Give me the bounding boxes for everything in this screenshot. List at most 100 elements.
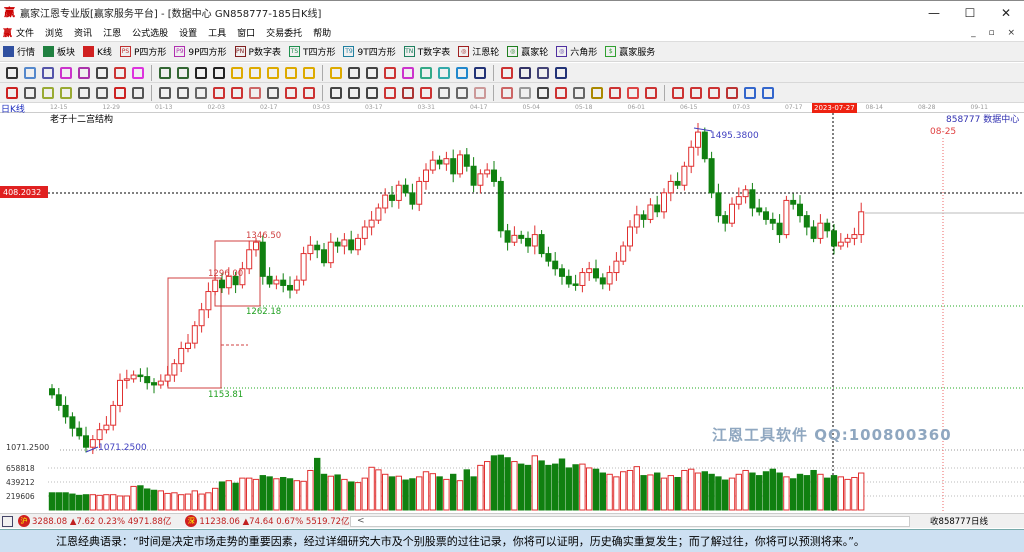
- tb2-tool-13-icon[interactable]: [249, 66, 261, 79]
- mdi-controls[interactable]: _ ▫ ×: [971, 27, 1020, 39]
- tb3-tool-3-icon[interactable]: [60, 86, 72, 99]
- tb2-tool-24-icon[interactable]: [456, 66, 468, 79]
- calculator-icon[interactable]: [2, 515, 13, 527]
- tb3-tool-39-icon[interactable]: [744, 86, 756, 99]
- tb3-tool-19-icon[interactable]: [366, 86, 378, 99]
- tb2-tool-19-icon[interactable]: [366, 66, 378, 79]
- toolbar-hexagon[interactable]: ◎ 六角形: [556, 45, 597, 58]
- tb3-tool-10-icon[interactable]: [195, 86, 207, 99]
- tb2-tool-25-icon[interactable]: [474, 66, 486, 79]
- tb2-tool-5-icon[interactable]: [96, 66, 108, 79]
- tb3-tool-27-icon[interactable]: [519, 86, 531, 99]
- menu-tools[interactable]: 工具: [208, 26, 226, 39]
- menu-settings[interactable]: 设置: [179, 26, 197, 39]
- tb3-tool-29-icon[interactable]: [555, 86, 567, 99]
- tb2-tool-27-icon[interactable]: [519, 66, 531, 79]
- toolbar-grid[interactable]: 行情: [3, 45, 35, 58]
- tb2-tool-1-icon[interactable]: [24, 66, 36, 79]
- menu-news[interactable]: 资讯: [74, 26, 92, 39]
- tb2-tool-26-icon[interactable]: [501, 66, 513, 79]
- menu-window[interactable]: 窗口: [237, 26, 255, 39]
- menu-trade[interactable]: 交易委托: [266, 26, 302, 39]
- toolbar-9p4[interactable]: P9 9P四方形: [174, 45, 227, 58]
- tb3-tool-2-icon[interactable]: [42, 86, 54, 99]
- tb3-tool-36-icon[interactable]: [690, 86, 702, 99]
- tb3-tool-26-icon[interactable]: [501, 86, 513, 99]
- toolbar-win-wheel[interactable]: ◎ 赢家轮: [507, 45, 548, 58]
- tb2-tool-15-icon[interactable]: [285, 66, 297, 79]
- tb3-tool-38-icon[interactable]: [726, 86, 738, 99]
- menu-formula[interactable]: 公式选股: [132, 26, 168, 39]
- tb2-tool-20-icon[interactable]: [384, 66, 396, 79]
- tb3-tool-20-icon[interactable]: [384, 86, 396, 99]
- tb3-tool-16-icon[interactable]: [303, 86, 315, 99]
- tb3-tool-35-icon[interactable]: [672, 86, 684, 99]
- tb3-tool-40-icon[interactable]: [762, 86, 774, 99]
- tb3-tool-34-icon[interactable]: [645, 86, 657, 99]
- toolbar-dollar[interactable]: $ 赢家服务: [605, 45, 655, 58]
- horizontal-scrollbar[interactable]: <: [350, 516, 910, 527]
- tb2-tool-17-icon[interactable]: [330, 66, 342, 79]
- tb3-tool-28-icon[interactable]: [537, 86, 549, 99]
- tb3-tool-37-icon[interactable]: [708, 86, 720, 99]
- tb3-tool-25-icon[interactable]: [474, 86, 486, 99]
- toolbar-t4[interactable]: TS T四方形: [288, 45, 335, 58]
- tb3-tool-1-icon[interactable]: [24, 86, 36, 99]
- tb3-tool-8-icon[interactable]: [159, 86, 171, 99]
- tb3-tool-15-icon[interactable]: [285, 86, 297, 99]
- tb2-tool-21-icon[interactable]: [402, 66, 414, 79]
- tb3-tool-11-icon[interactable]: [213, 86, 225, 99]
- tb3-tool-9-icon[interactable]: [177, 86, 189, 99]
- tb3-tool-31-icon[interactable]: [591, 86, 603, 99]
- tb2-tool-3-icon[interactable]: [60, 66, 72, 79]
- tb3-tool-13-icon[interactable]: [249, 86, 261, 99]
- tb3-tool-5-icon[interactable]: [96, 86, 108, 99]
- tb2-tool-18-icon[interactable]: [348, 66, 360, 79]
- toolbar-blocks[interactable]: 板块: [43, 45, 75, 58]
- tb2-tool-12-icon[interactable]: [231, 66, 243, 79]
- tb2-tool-29-icon[interactable]: [555, 66, 567, 79]
- maximize-button[interactable]: ☐: [952, 1, 988, 25]
- tb3-tool-23-icon[interactable]: [438, 86, 450, 99]
- toolbar-p4[interactable]: PS P四方形: [119, 45, 166, 58]
- tb2-tool-6-icon[interactable]: [114, 66, 126, 79]
- tb3-tool-7-icon[interactable]: [132, 86, 144, 99]
- tb2-tool-7-icon[interactable]: [132, 66, 144, 79]
- menu-gann[interactable]: 江恩: [103, 26, 121, 39]
- tb3-tool-6-icon[interactable]: [114, 86, 126, 99]
- minimize-button[interactable]: —: [916, 1, 952, 25]
- menu-help[interactable]: 帮助: [313, 26, 331, 39]
- tb2-tool-11-icon[interactable]: [213, 66, 225, 79]
- tb2-tool-4-icon[interactable]: [78, 66, 90, 79]
- menu-browse[interactable]: 浏览: [45, 26, 63, 39]
- tb3-tool-30-icon[interactable]: [573, 86, 585, 99]
- tb2-tool-0-icon[interactable]: [6, 66, 18, 79]
- toolbar-wheel[interactable]: ◎ 江恩轮: [458, 45, 499, 58]
- kline-chart[interactable]: 408.2032 老子十二宫结构 858777 数据中心 08-25 1495.3800…: [0, 113, 1024, 513]
- toolbar-kline[interactable]: K线: [83, 45, 112, 58]
- tb2-tool-28-icon[interactable]: [537, 66, 549, 79]
- tb3-tool-21-icon[interactable]: [402, 86, 414, 99]
- tb3-tool-17-icon[interactable]: [330, 86, 342, 99]
- tb3-tool-0-icon[interactable]: [6, 86, 18, 99]
- tb2-tool-8-icon[interactable]: [159, 66, 171, 79]
- tb2-tool-23-icon[interactable]: [438, 66, 450, 79]
- tb3-tool-32-icon[interactable]: [609, 86, 621, 99]
- tb2-tool-2-icon[interactable]: [42, 66, 54, 79]
- tb3-tool-12-icon[interactable]: [231, 86, 243, 99]
- toolbar-9t4[interactable]: T9 9T四方形: [343, 45, 396, 58]
- toolbar-tnum[interactable]: TN T数字表: [403, 45, 450, 58]
- close-button[interactable]: ✕: [988, 1, 1024, 25]
- tb3-tool-33-icon[interactable]: [627, 86, 639, 99]
- tb3-tool-18-icon[interactable]: [348, 86, 360, 99]
- toolbar-pnum[interactable]: PN P数字表: [234, 45, 281, 58]
- tb2-tool-14-icon[interactable]: [267, 66, 279, 79]
- tb2-tool-9-icon[interactable]: [177, 66, 189, 79]
- tb3-tool-14-icon[interactable]: [267, 86, 279, 99]
- tb2-tool-22-icon[interactable]: [420, 66, 432, 79]
- tb3-tool-24-icon[interactable]: [456, 86, 468, 99]
- tb2-tool-10-icon[interactable]: [195, 66, 207, 79]
- menu-file[interactable]: 文件: [16, 26, 34, 39]
- tb3-tool-22-icon[interactable]: [420, 86, 432, 99]
- tb3-tool-4-icon[interactable]: [78, 86, 90, 99]
